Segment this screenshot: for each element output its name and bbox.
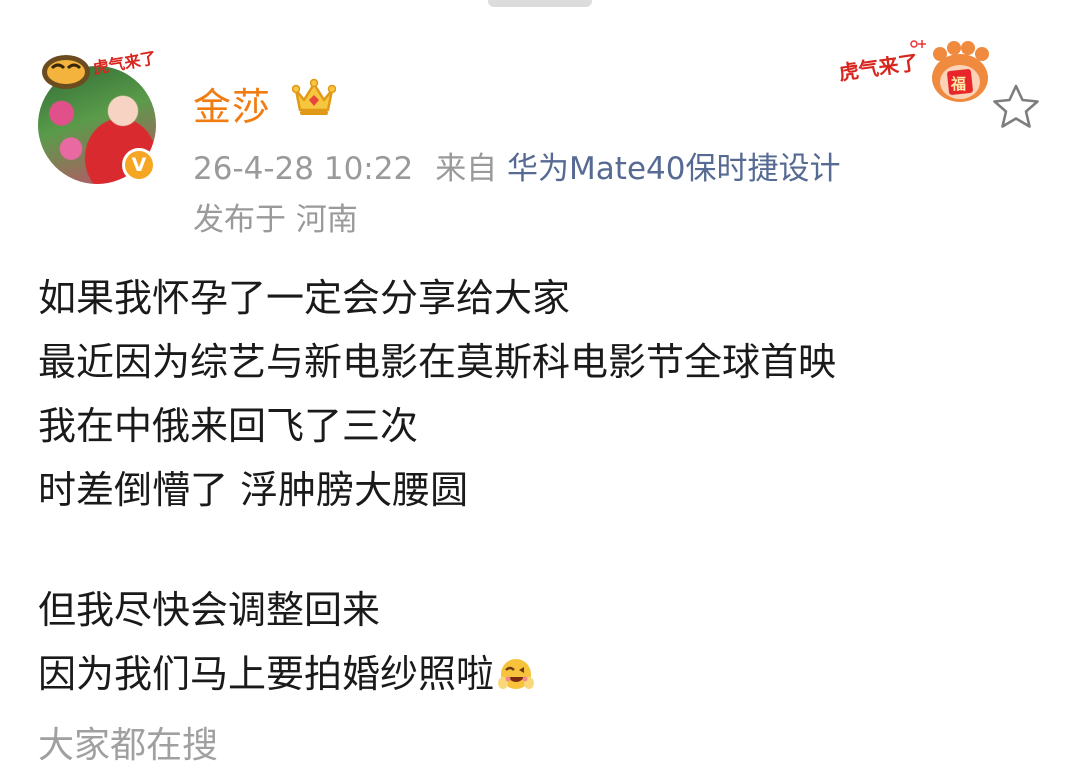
svg-text:虎气来了: 虎气来了 — [91, 48, 157, 78]
author-name[interactable]: 金莎 — [193, 76, 271, 131]
post-line: 但我尽快会调整回来 — [38, 588, 381, 632]
crown-icon[interactable] — [292, 78, 336, 118]
source-device-link[interactable]: 华为Mate40保时捷设计 — [507, 151, 840, 187]
verified-badge: V — [122, 148, 156, 182]
post-location: 发布于 河南 — [193, 202, 358, 238]
post-line: 时差倒懵了 浮肿膀大腰圆 — [38, 468, 469, 512]
deco-badge-text: 福 — [950, 75, 966, 93]
post-line: 最近因为综艺与新电影在莫斯科电影节全球首映 — [38, 340, 837, 384]
post-line: 因为我们马上要拍婚纱照啦 — [38, 652, 495, 696]
post-timestamp: 26-4-28 10:22 — [193, 151, 414, 187]
post-body: 如果我怀孕了一定会分享给大家 最近因为综艺与新电影在莫斯科电影节全球首映 我在中… — [38, 266, 1038, 706]
tiger-year-decoration-icon: 虎气来了 福 — [837, 40, 989, 102]
grin-emoji-icon — [498, 659, 535, 689]
post-line-with-emoji: 因为我们马上要拍婚纱照啦 — [38, 642, 1038, 706]
svg-text:虎气来了: 虎气来了 — [837, 50, 920, 85]
post-meta: 26-4-28 10:22 来自 华为Mate40保时捷设计 — [193, 143, 840, 188]
trending-search-label[interactable]: 大家都在搜 — [38, 716, 218, 768]
tiger-avatar-frame-icon: 虎气来了 — [42, 48, 158, 89]
avatar[interactable]: 虎气来了 V — [36, 44, 160, 186]
post-line: 如果我怀孕了一定会分享给大家 — [38, 276, 571, 320]
from-label: 来自 — [435, 151, 498, 187]
post-line: 我在中俄来回飞了三次 — [38, 404, 419, 448]
drag-handle[interactable] — [488, 0, 592, 7]
star-icon[interactable] — [990, 82, 1042, 132]
